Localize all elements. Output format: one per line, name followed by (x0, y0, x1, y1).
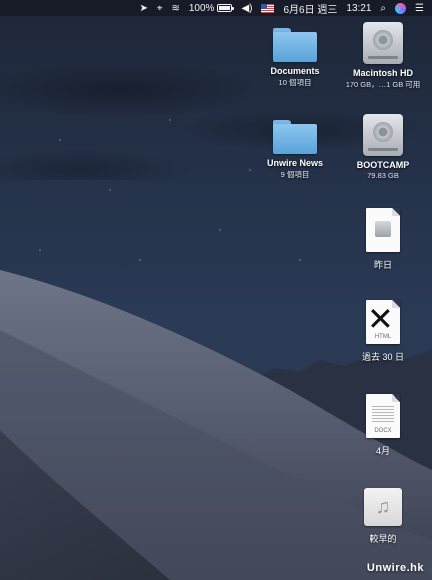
item-name: Unwire News (266, 158, 324, 168)
wifi-icon[interactable]: ≋ (171, 3, 179, 14)
hard-drive-icon (363, 22, 403, 64)
folder-icon (273, 120, 317, 154)
desktop-stack-past-30-days[interactable]: ✕ HTML 過去 30 日 (338, 300, 428, 363)
desktop-item-bootcamp[interactable]: BOOTCAMP 79.83 GB (338, 114, 428, 180)
item-info: 9 個項目 (280, 170, 310, 179)
location-icon[interactable]: ➤ (139, 3, 147, 14)
item-name: BOOTCAMP (356, 160, 410, 170)
siri-icon[interactable] (395, 2, 407, 14)
battery-fill (219, 6, 231, 10)
item-info: 79.83 GB (367, 171, 399, 180)
desktop-stack-april[interactable]: DOCX 4月 (338, 394, 428, 457)
item-info: 10 個項目 (278, 78, 312, 87)
music-file-icon: ♫ (364, 488, 402, 526)
stack-label: 昨日 (373, 260, 392, 270)
x-mark-icon: ✕ (367, 300, 394, 338)
item-info: 170 GB，…1 GB 可用 (345, 80, 421, 89)
volume-icon[interactable]: ◀) (241, 3, 252, 14)
desktop-item-documents[interactable]: Documents 10 個項目 (250, 28, 340, 88)
desktop-stack-earlier[interactable]: ♫ 較早的 (338, 488, 428, 545)
watermark: Unwire.hk (366, 562, 424, 574)
menu-clock-date[interactable]: 6月6日 週三 (283, 1, 337, 16)
notification-center-icon[interactable]: ☰ (415, 3, 424, 14)
network-icon[interactable]: ⌖ (157, 3, 163, 14)
stack-label: 4月 (375, 446, 390, 456)
folder-icon (273, 28, 317, 62)
input-source-flag-icon[interactable] (261, 3, 275, 13)
spotlight-search-icon[interactable]: ⌕ (380, 3, 386, 14)
desktop-item-unwire-news[interactable]: Unwire News 9 個項目 (250, 120, 340, 180)
stack-label: 過去 30 日 (361, 352, 404, 362)
disk-image-document-icon (366, 208, 400, 252)
battery-icon (217, 4, 235, 12)
desktop-stack-yesterday[interactable]: 昨日 (338, 208, 428, 271)
docx-document-icon: DOCX (366, 394, 400, 438)
file-extension: DOCX (374, 428, 392, 434)
hard-drive-icon (363, 114, 403, 156)
battery-status[interactable]: 100% (188, 2, 235, 14)
html-document-icon: ✕ HTML (366, 300, 400, 344)
menu-clock-time[interactable]: 13:21 (346, 3, 371, 14)
menu-bar: ➤ ⌖ ≋ 100% ◀) 6月6日 週三 13:21 ⌕ ☰ (0, 0, 432, 16)
file-extension: HTML (374, 334, 392, 340)
desktop-item-macintosh-hd[interactable]: Macintosh HD 170 GB，…1 GB 可用 (338, 22, 428, 90)
battery-percent: 100% (188, 2, 215, 14)
item-name: Macintosh HD (352, 68, 413, 78)
item-name: Documents (270, 66, 320, 76)
stack-label: 較早的 (369, 534, 397, 544)
